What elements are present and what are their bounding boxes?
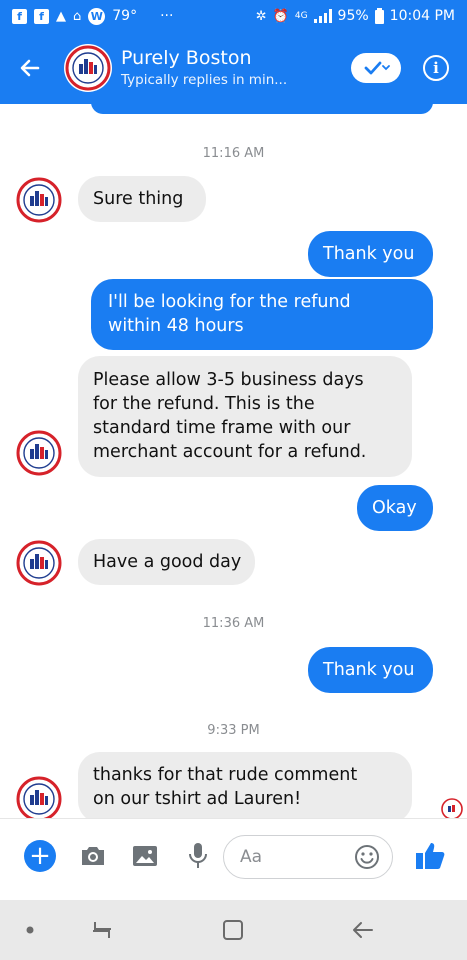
message-input[interactable]: Aa (223, 835, 393, 879)
message-thread[interactable]: 11:16 AM Sure thing Thank you I'll be lo… (0, 104, 467, 818)
home-icon (223, 920, 243, 940)
sender-avatar[interactable] (16, 776, 62, 818)
microphone-icon (189, 843, 207, 868)
notification-icon: ▲ (56, 8, 66, 24)
clock: 10:04 PM (389, 8, 455, 24)
plus-icon: + (29, 841, 51, 871)
previous-message-bubble (91, 104, 433, 114)
message-line: thanks for that rude comment (93, 765, 358, 785)
thumbs-up-icon[interactable] (414, 839, 448, 873)
sender-avatar[interactable] (16, 540, 62, 586)
response-time: Typically replies in min... (121, 71, 288, 88)
battery-percent: 95% (337, 8, 369, 24)
timestamp: 9:33 PM (207, 723, 260, 738)
bluetooth-icon: ✲ (255, 8, 267, 24)
message-line: Please allow 3-5 business days (93, 370, 364, 390)
message-text: Please allow 3-5 business days for the r… (93, 368, 366, 464)
message-input-placeholder: Aa (240, 847, 263, 867)
weather-icon: W (88, 7, 106, 25)
incoming-message[interactable]: Have a good day (78, 539, 255, 585)
status-left-icons: f f ▲ ⌂ W 79° ··· (12, 7, 174, 25)
message-text: Thank you (323, 244, 415, 264)
timestamp: 11:16 AM (202, 146, 265, 161)
outgoing-message[interactable]: I'll be looking for the refund within 48… (91, 279, 433, 350)
recent-apps-button[interactable] (87, 917, 117, 943)
gallery-button[interactable] (130, 841, 160, 871)
dot-icon (26, 926, 34, 934)
seen-indicator-avatar (441, 798, 463, 818)
image-icon (133, 846, 157, 866)
more-notifications-icon: ··· (160, 8, 174, 24)
back-nav-button[interactable] (348, 917, 378, 943)
signal-icon (313, 9, 332, 23)
message-text: Sure thing (93, 189, 184, 209)
checkmark-icon (364, 61, 390, 75)
info-icon: i (433, 59, 439, 77)
page-title: Purely Boston (121, 46, 252, 69)
status-right-icons: ✲ ⏰ 4G 95% 10:04 PM (256, 8, 455, 24)
back-button[interactable] (0, 32, 60, 104)
camera-icon (82, 847, 104, 865)
home-button[interactable] (218, 917, 248, 943)
facebook-icon: f (12, 8, 27, 24)
message-text: Okay (372, 498, 417, 518)
home-notification-icon: ⌂ (73, 8, 82, 24)
purely-boston-logo-small (441, 798, 463, 818)
camera-button[interactable] (78, 841, 108, 871)
message-text: Thank you (323, 660, 415, 680)
nav-dot-button[interactable] (15, 917, 45, 943)
header-text[interactable]: Purely Boston Typically replies in min..… (121, 47, 351, 90)
verified-badge-button[interactable] (351, 53, 401, 83)
purely-boston-logo (16, 776, 62, 818)
sender-avatar[interactable] (16, 430, 62, 476)
voice-button[interactable] (183, 841, 213, 871)
outgoing-message[interactable]: Okay (357, 485, 433, 531)
message-line: I'll be looking for the refund (108, 292, 351, 312)
emoji-icon[interactable] (354, 844, 380, 870)
info-button[interactable]: i (423, 55, 449, 81)
back-icon (353, 922, 373, 938)
sender-avatar[interactable] (16, 177, 62, 223)
page-avatar[interactable] (64, 44, 112, 92)
purely-boston-logo (16, 177, 62, 223)
message-text: Have a good day (93, 552, 242, 572)
battery-icon (374, 8, 384, 24)
message-line: for the refund. This is the (93, 394, 315, 414)
message-line: on our tshirt ad Lauren! (93, 789, 302, 809)
purely-boston-logo (16, 540, 62, 586)
outgoing-message[interactable]: Thank you (308, 647, 433, 693)
timestamp: 11:36 AM (202, 616, 265, 631)
outgoing-message[interactable]: Thank you (308, 231, 433, 277)
incoming-message[interactable]: Please allow 3-5 business days for the r… (78, 356, 412, 477)
message-line: merchant account for a refund. (93, 442, 367, 462)
status-bar: f f ▲ ⌂ W 79° ··· ✲ ⏰ 4G 95% 10:04 PM (0, 0, 467, 32)
purely-boston-logo (16, 430, 62, 476)
facebook-icon-2: f (34, 8, 49, 24)
network-type: 4G (294, 11, 308, 21)
message-text: I'll be looking for the refund within 48… (108, 290, 351, 338)
incoming-message[interactable]: Sure thing (78, 176, 206, 222)
message-line: within 48 hours (108, 316, 244, 336)
plus-button[interactable]: + (24, 840, 56, 872)
message-composer: + Aa (0, 818, 467, 900)
conversation-header: Purely Boston Typically replies in min..… (0, 32, 467, 104)
message-line: standard time frame with our (93, 418, 351, 438)
temperature: 79° (112, 8, 138, 24)
purely-boston-logo (65, 45, 111, 91)
back-arrow-icon (20, 59, 40, 77)
recent-apps-icon (93, 922, 111, 938)
alarm-icon: ⏰ (272, 8, 289, 24)
system-nav-bar (0, 900, 467, 960)
message-text: thanks for that rude comment on our tshi… (93, 763, 357, 811)
incoming-message[interactable]: thanks for that rude comment on our tshi… (78, 752, 412, 818)
